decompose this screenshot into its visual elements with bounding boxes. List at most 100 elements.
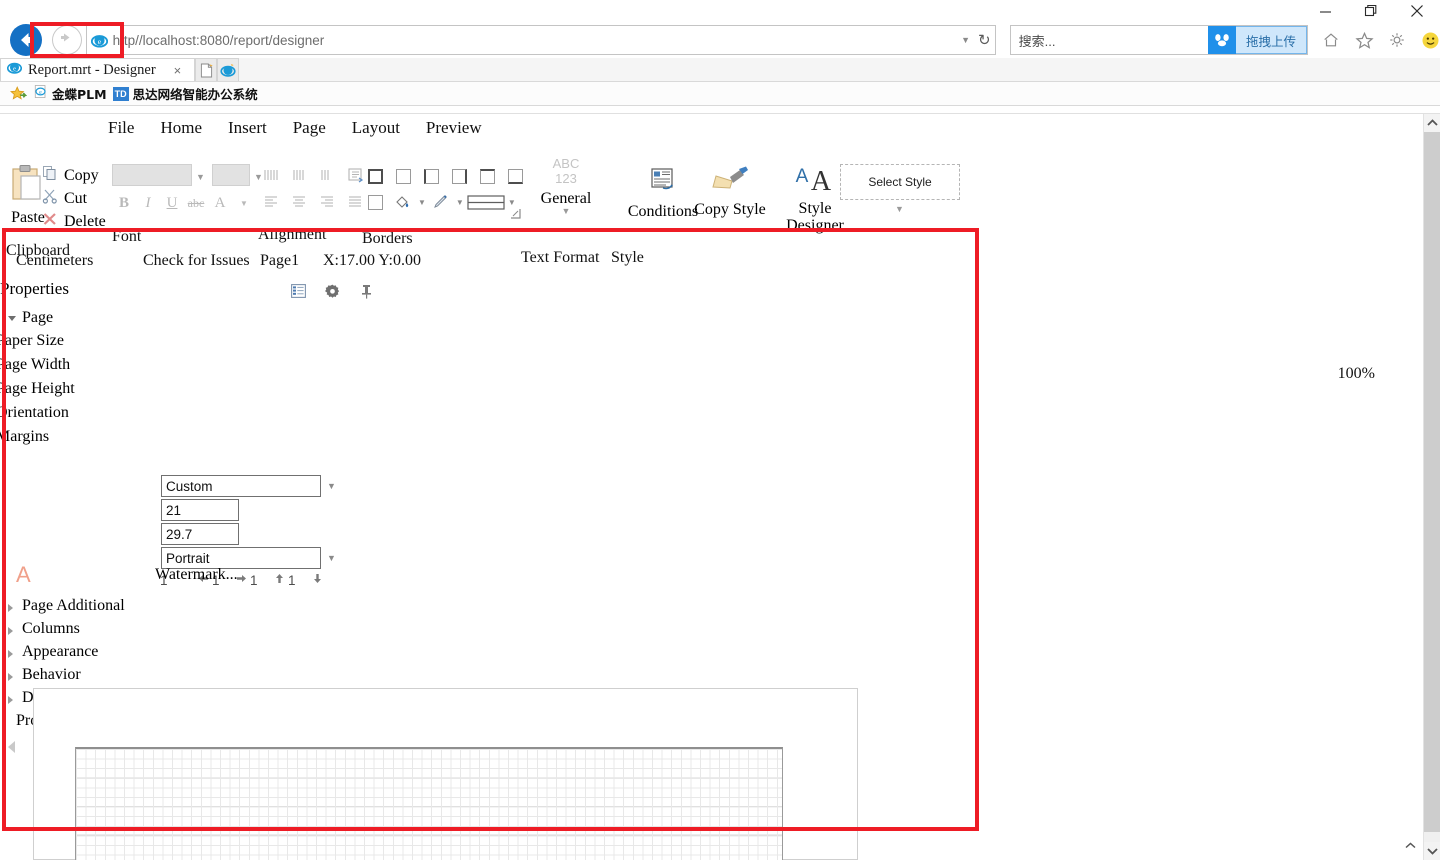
watermark-button[interactable]: Watermark... (155, 566, 238, 584)
categorized-list-icon[interactable] (290, 283, 306, 299)
align-vbottom-icon[interactable] (314, 164, 340, 186)
chevron-down-icon[interactable] (1424, 842, 1440, 860)
border-bottom-icon[interactable] (502, 164, 528, 188)
fill-color-icon[interactable] (390, 190, 416, 214)
border-all-icon[interactable] (362, 164, 388, 188)
select-style-button[interactable]: Select Style (840, 164, 960, 200)
menu-item-preview[interactable]: Preview (426, 118, 482, 138)
property-group-appearance[interactable]: Appearance (0, 643, 300, 666)
forward-button[interactable] (51, 25, 82, 55)
chevron-right-icon[interactable] (8, 696, 13, 704)
border-none-icon[interactable] (390, 164, 416, 188)
units-label[interactable]: Centimeters (16, 252, 93, 270)
margin-right-field[interactable]: 1 (236, 571, 274, 589)
report-page-canvas[interactable] (33, 688, 858, 860)
property-group-columns[interactable]: Columns (0, 620, 300, 643)
scrollbar-thumb[interactable] (1424, 132, 1440, 832)
close-icon[interactable]: × (174, 63, 182, 78)
chevron-right-icon[interactable] (8, 650, 13, 658)
address-bar[interactable]: e http //localhost:8080/report/designer … (85, 25, 996, 55)
margin-top-field[interactable]: 1 (274, 571, 312, 589)
settings-gear-icon[interactable] (1387, 30, 1407, 50)
chevron-down-icon[interactable]: ▼ (508, 198, 516, 207)
chevron-right-icon[interactable] (8, 604, 13, 612)
copy-style-button[interactable]: Copy Style (690, 166, 770, 219)
chevron-down-icon[interactable]: ▼ (961, 35, 970, 45)
page-height-input[interactable]: 29.7 (161, 523, 239, 545)
report-band-grid[interactable] (75, 747, 783, 860)
property-group-behavior[interactable]: Behavior (0, 666, 300, 689)
triangle-left-icon[interactable] (8, 741, 15, 753)
chevron-down-icon[interactable]: ▼ (456, 198, 464, 207)
align-right-icon[interactable] (314, 190, 340, 212)
copy-button[interactable]: Copy (42, 164, 106, 187)
align-left-icon[interactable] (258, 190, 284, 212)
chevron-down-icon[interactable]: ▼ (232, 192, 256, 214)
menu-item-home[interactable]: Home (160, 118, 202, 138)
minimize-icon[interactable] (1302, 0, 1348, 22)
chevron-down-icon[interactable]: ▼ (327, 553, 336, 563)
gear-icon[interactable] (324, 283, 340, 299)
menu-item-file[interactable]: File (108, 118, 134, 138)
border-color-pen-icon[interactable] (428, 190, 454, 214)
favorite-item-0[interactable]: e 金蝶PLM (33, 84, 107, 104)
back-button[interactable] (6, 24, 46, 56)
border-left-icon[interactable] (418, 164, 444, 188)
chevron-right-icon[interactable] (8, 673, 13, 681)
chevron-right-icon[interactable] (8, 627, 13, 635)
align-vcenter-icon[interactable] (286, 164, 312, 186)
strikeout-button[interactable]: abc (184, 192, 208, 214)
restore-icon[interactable] (1348, 0, 1394, 22)
home-icon[interactable] (1321, 30, 1341, 50)
paper-size-combo[interactable]: Custom (161, 475, 321, 497)
font-color-button[interactable]: A (208, 192, 232, 214)
bold-button[interactable]: B (112, 192, 136, 214)
baidu-upload-button[interactable]: 拖拽上传 (1207, 26, 1307, 54)
border-outline-icon[interactable] (362, 190, 388, 214)
italic-button[interactable]: I (136, 192, 160, 214)
add-favorite-star-icon[interactable] (10, 85, 27, 102)
page-width-input[interactable]: 21 (161, 499, 239, 521)
border-right-icon[interactable] (446, 164, 472, 188)
chevron-down-icon[interactable]: ▼ (327, 481, 336, 491)
general-format-button[interactable]: ABC 123 General ▼ (530, 156, 602, 216)
chevron-down-icon[interactable]: ▼ (418, 198, 426, 207)
favorite-item-1[interactable]: TD 思达网络智能办公系统 (112, 84, 258, 103)
chevron-down-icon[interactable]: ▼ (196, 172, 205, 182)
property-group-page[interactable]: Page (0, 309, 360, 333)
align-vtop-icon[interactable] (258, 164, 284, 186)
border-top-icon[interactable] (474, 164, 500, 188)
smiley-icon[interactable] (1420, 30, 1440, 50)
zoom-level[interactable]: 100% (1338, 365, 1375, 383)
cut-button[interactable]: Cut (42, 187, 106, 210)
new-tab-icon[interactable] (195, 58, 217, 81)
chevron-down-icon[interactable] (8, 316, 16, 321)
close-icon[interactable] (1394, 0, 1440, 22)
check-for-issues-button[interactable]: Check for Issues (143, 252, 250, 270)
property-group-page-additional[interactable]: Page Additional (0, 597, 300, 620)
font-name-input[interactable] (112, 164, 192, 186)
menu-item-layout[interactable]: Layout (352, 118, 400, 138)
refresh-icon[interactable]: ↻ (978, 31, 991, 49)
border-style-icon[interactable] (466, 190, 506, 214)
browser-tab-report-designer[interactable]: e Report.mrt - Designer × (0, 58, 195, 81)
vertical-scrollbar[interactable] (1423, 114, 1440, 860)
delete-button[interactable]: Delete (42, 210, 106, 233)
favorites-star-icon[interactable] (1354, 30, 1374, 50)
page-indicator[interactable]: Page1 (260, 252, 299, 270)
margin-bottom-field[interactable] (312, 571, 350, 589)
font-size-input[interactable] (212, 164, 250, 186)
chevron-up-icon[interactable] (1424, 114, 1440, 132)
scroll-up-mini-icon[interactable] (1405, 840, 1416, 852)
report-designer-app: File Home Insert Page Layout Preview Pas… (0, 114, 1424, 860)
search-box[interactable]: 搜索... 拖拽上传 (1009, 25, 1308, 55)
align-center-icon[interactable] (286, 190, 312, 212)
underline-button[interactable]: U (160, 192, 184, 214)
new-ie-window-icon[interactable] (217, 58, 239, 81)
pin-icon[interactable] (358, 283, 374, 299)
menu-item-insert[interactable]: Insert (228, 118, 267, 138)
menu-item-page[interactable]: Page (293, 118, 326, 138)
chevron-down-icon[interactable]: ▼ (895, 204, 904, 214)
search-input[interactable]: 搜索... (1019, 31, 1056, 50)
property-label: Paper Size (0, 332, 64, 349)
